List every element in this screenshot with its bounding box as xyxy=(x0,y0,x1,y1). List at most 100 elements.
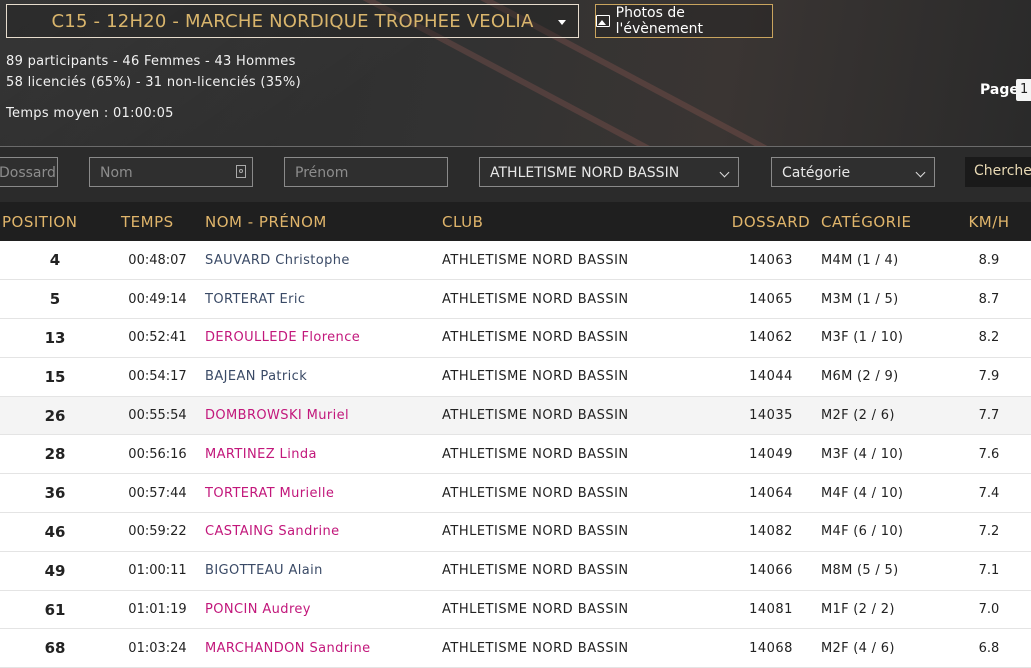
time-cell: 00:56:16 xyxy=(128,446,187,462)
chevron-down-icon xyxy=(719,167,730,178)
speed-cell: 7.7 xyxy=(978,408,1000,424)
table-row[interactable]: 49 01:00:11 BIGOTTEAU Alain ATHLETISME NORD… xyxy=(0,551,1031,591)
speed-cell: 7.0 xyxy=(978,602,1000,618)
runner-name-link[interactable]: MARCHANDON Sandrine xyxy=(205,629,442,668)
club-filter-select[interactable]: ATHLETISME NORD BASSIN xyxy=(479,157,739,187)
table-row[interactable]: 61 01:01:19 PONCIN Audrey ATHLETISME NORD B… xyxy=(0,590,1031,629)
position-cell: 26 xyxy=(44,406,66,425)
category-cell: M4M (1 / 4) xyxy=(821,252,899,268)
bib-cell: 14063 xyxy=(749,252,793,268)
header-club[interactable]: CLUB xyxy=(442,202,721,241)
page-number-input[interactable]: 1 xyxy=(1016,79,1031,101)
runner-name-link[interactable]: SAUVARD Christophe xyxy=(205,241,442,280)
contact-card-icon xyxy=(236,165,246,178)
filter-bar: Dossard Nom Prénom ATHLETISME NORD BASSI… xyxy=(0,146,1031,203)
bib-cell: 14068 xyxy=(749,640,793,656)
firstname-filter-input[interactable]: Prénom xyxy=(284,157,448,187)
header-bib[interactable]: DOSSARD xyxy=(721,202,821,241)
category-cell: M1F (2 / 2) xyxy=(821,602,895,618)
club-cell: ATHLETISME NORD BASSIN xyxy=(442,252,629,268)
category-cell: M3M (1 / 5) xyxy=(821,291,899,307)
table-row[interactable]: 15 00:54:17 BAJEAN Patrick ATHLETISME NORD … xyxy=(0,357,1031,397)
speed-cell: 8.2 xyxy=(978,330,1000,346)
participants-stat: 89 participants - 46 Femmes - 43 Hommes xyxy=(6,54,296,69)
position-cell: 5 xyxy=(49,290,61,309)
bib-cell: 14044 xyxy=(749,369,793,385)
search-button[interactable]: Chercher xyxy=(965,157,1031,187)
licences-stat: 58 licenciés (65%) - 31 non-licenciés (3… xyxy=(6,75,301,90)
event-select[interactable]: C15 - 12H20 - MARCHE NORDIQUE TROPHEE VE… xyxy=(6,4,579,38)
runner-name-link[interactable]: PONCIN Audrey xyxy=(205,590,442,629)
bib-cell: 14066 xyxy=(749,563,793,579)
speed-cell: 7.6 xyxy=(978,446,1000,462)
average-time-stat: Temps moyen : 01:00:05 xyxy=(6,106,174,121)
category-cell: M2F (2 / 6) xyxy=(821,408,895,424)
time-cell: 00:48:07 xyxy=(128,252,187,268)
time-cell: 01:00:11 xyxy=(128,563,187,579)
caret-down-icon xyxy=(558,20,566,25)
bib-filter-input[interactable]: Dossard xyxy=(0,157,58,187)
position-cell: 28 xyxy=(44,445,66,464)
position-cell: 61 xyxy=(44,600,66,619)
firstname-filter-placeholder: Prénom xyxy=(295,165,349,181)
club-filter-value: ATHLETISME NORD BASSIN xyxy=(490,165,680,181)
pagination-label: Page xyxy=(980,82,1019,98)
club-cell: ATHLETISME NORD BASSIN xyxy=(442,485,629,501)
event-photos-button[interactable]: Photos de l'évènement xyxy=(595,4,773,38)
time-cell: 01:01:19 xyxy=(128,602,187,618)
table-row[interactable]: 36 00:57:44 TORTERAT Murielle ATHLETISME NO… xyxy=(0,474,1031,513)
club-cell: ATHLETISME NORD BASSIN xyxy=(442,330,629,346)
category-cell: M8M (5 / 5) xyxy=(821,563,899,579)
runner-name-link[interactable]: MARTINEZ Linda xyxy=(205,435,442,474)
table-row[interactable]: 68 01:03:24 MARCHANDON Sandrine ATHLETISME … xyxy=(0,629,1031,668)
chevron-down-icon xyxy=(915,167,926,178)
runner-name-link[interactable]: BIGOTTEAU Alain xyxy=(205,551,442,590)
time-cell: 00:52:41 xyxy=(128,330,187,346)
results-body: 4 00:48:07 SAUVARD Christophe ATHLETISME NO… xyxy=(0,241,1031,668)
runner-name-link[interactable]: CASTAING Sandrine xyxy=(205,513,442,552)
category-filter-value: Catégorie xyxy=(782,165,851,181)
bib-cell: 14035 xyxy=(749,408,793,424)
time-cell: 00:49:14 xyxy=(128,291,187,307)
table-row[interactable]: 46 00:59:22 CASTAING Sandrine ATHLETISME NO… xyxy=(0,513,1031,552)
category-filter-select[interactable]: Catégorie xyxy=(771,157,935,187)
position-cell: 15 xyxy=(44,367,66,386)
table-row[interactable]: 28 00:56:16 MARTINEZ Linda ATHLETISME NORD … xyxy=(0,435,1031,474)
table-header-row: POSITION TEMPS NOM - PRÉNOM CLUB DOSSARD… xyxy=(0,202,1031,241)
runner-name-link[interactable]: TORTERAT Eric xyxy=(205,280,442,319)
club-cell: ATHLETISME NORD BASSIN xyxy=(442,291,629,307)
category-cell: M3F (4 / 10) xyxy=(821,446,904,462)
club-cell: ATHLETISME NORD BASSIN xyxy=(442,602,629,618)
name-filter-input[interactable]: Nom xyxy=(89,157,253,187)
position-cell: 4 xyxy=(49,251,61,270)
header-name[interactable]: NOM - PRÉNOM xyxy=(205,202,442,241)
runner-name-link[interactable]: DEROULLEDE Florence xyxy=(205,319,442,358)
time-cell: 00:57:44 xyxy=(128,485,187,501)
name-filter-placeholder: Nom xyxy=(100,165,133,181)
results-table: POSITION TEMPS NOM - PRÉNOM CLUB DOSSARD… xyxy=(0,202,1031,668)
time-cell: 00:54:17 xyxy=(128,369,187,385)
speed-cell: 8.7 xyxy=(978,291,1000,307)
header-category[interactable]: CATÉGORIE xyxy=(821,202,947,241)
header-position[interactable]: POSITION xyxy=(0,202,110,241)
header-speed[interactable]: KM/H xyxy=(947,202,1031,241)
club-cell: ATHLETISME NORD BASSIN xyxy=(442,446,629,462)
category-cell: M3F (1 / 10) xyxy=(821,330,904,346)
table-row[interactable]: 5 00:49:14 TORTERAT Eric ATHLETISME NORD BA… xyxy=(0,280,1031,319)
runner-name-link[interactable]: BAJEAN Patrick xyxy=(205,357,442,396)
runner-name-link[interactable]: TORTERAT Murielle xyxy=(205,474,442,513)
table-row[interactable]: 26 00:55:54 DOMBROWSKI Muriel ATHLETISME NO… xyxy=(0,396,1031,435)
position-cell: 36 xyxy=(44,484,66,503)
event-header: C15 - 12H20 - MARCHE NORDIQUE TROPHEE VE… xyxy=(0,0,1031,146)
time-cell: 00:55:54 xyxy=(128,408,187,424)
bib-cell: 14062 xyxy=(749,330,793,346)
club-cell: ATHLETISME NORD BASSIN xyxy=(442,408,629,424)
bib-cell: 14049 xyxy=(749,446,793,462)
table-row[interactable]: 4 00:48:07 SAUVARD Christophe ATHLETISME NO… xyxy=(0,241,1031,280)
header-time[interactable]: TEMPS xyxy=(110,202,205,241)
position-cell: 46 xyxy=(44,522,66,541)
table-row[interactable]: 13 00:52:41 DEROULLEDE Florence ATHLETISME … xyxy=(0,319,1031,358)
event-select-value: C15 - 12H20 - MARCHE NORDIQUE TROPHEE VE… xyxy=(51,10,534,32)
runner-name-link[interactable]: DOMBROWSKI Muriel xyxy=(205,396,442,435)
category-cell: M6M (2 / 9) xyxy=(821,369,899,385)
